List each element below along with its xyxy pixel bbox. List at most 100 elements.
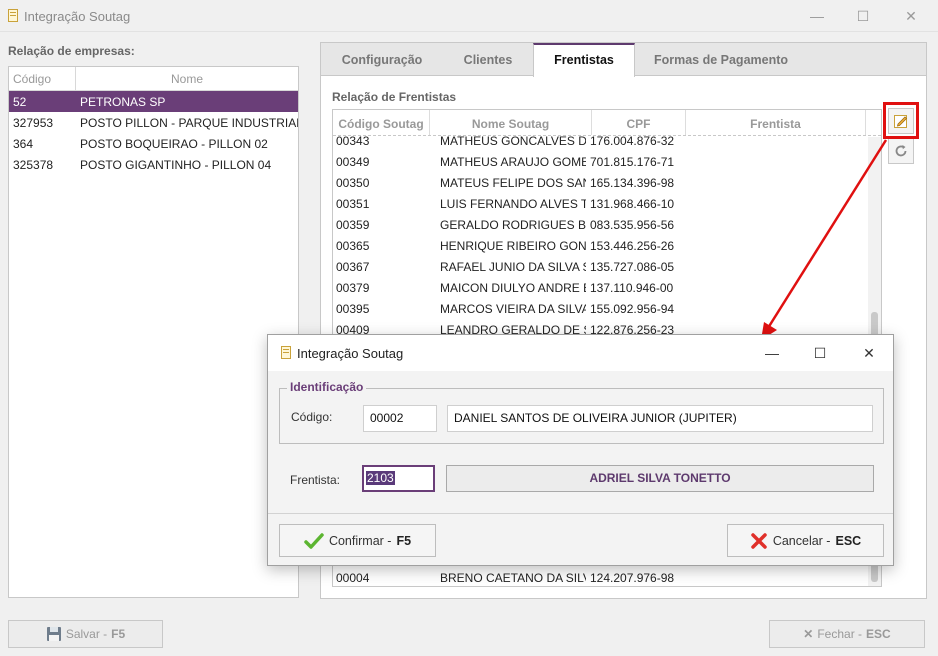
table-row[interactable]: 00359 GERALDO RODRIGUES BAR 083.535.956-56 (333, 214, 866, 235)
table-row[interactable]: 00350 MATEUS FELIPE DOS SANTO 165.134.396-… (333, 172, 866, 193)
list-item[interactable]: 364 POSTO BOQUEIRAO - PILLON 02 (9, 133, 298, 154)
list-item[interactable]: 327953 POSTO PILLON - PARQUE INDUSTRIAL - (9, 112, 298, 133)
empresas-header: Código Nome (9, 67, 298, 91)
frentista-name-display: ADRIEL SILVA TONETTO (446, 465, 874, 492)
cell-cpf: 153.446.256-26 (590, 238, 675, 253)
empresa-codigo: 52 (13, 94, 27, 109)
cell-codigo: 00350 (336, 175, 370, 190)
table-row[interactable]: 00379 MAICON DIULYO ANDRE BI 137.110.946-0… (333, 277, 866, 298)
cell-nome: BRENO CAETANO DA SILVA (440, 570, 586, 585)
maximize-button[interactable]: ☐ (840, 0, 886, 32)
list-item[interactable]: 325378 POSTO GIGANTINHO - PILLON 04 (9, 154, 298, 175)
list-item[interactable]: 52 PETRONAS SP (9, 91, 298, 112)
dialog-minimize-button[interactable]: — (748, 335, 796, 371)
cell-cpf: 083.535.956-56 (590, 217, 675, 232)
empresa-nome: POSTO GIGANTINHO - PILLON 04 (80, 157, 272, 172)
cell-codigo: 00367 (336, 259, 370, 274)
empresa-nome: POSTO PILLON - PARQUE INDUSTRIAL - (80, 115, 298, 130)
empresa-codigo: 364 (13, 136, 34, 151)
cell-nome: MAICON DIULYO ANDRE BI (440, 280, 586, 295)
cell-codigo: 00395 (336, 301, 370, 316)
dialog-close-button[interactable]: ✕ (845, 335, 893, 371)
close-label: Fechar - (817, 627, 863, 641)
nome-field[interactable]: DANIEL SANTOS DE OLIVEIRA JUNIOR (JUPITE… (447, 405, 873, 432)
cell-codigo: 00343 (336, 133, 370, 148)
table-row[interactable]: 00349 MATHEUS ARAUJO GOMES 701.815.176-71 (333, 151, 866, 172)
cell-codigo: 00379 (336, 280, 370, 295)
empresa-codigo: 327953 (13, 115, 54, 130)
tab-configuracao[interactable]: Configuração (321, 43, 443, 76)
table-row[interactable]: 00343 MATHEUS GONCALVES DOS 176.004.876-32 (333, 130, 866, 151)
cancel-label: Cancelar - (772, 533, 831, 548)
cell-codigo: 00365 (336, 238, 370, 253)
codigo-field[interactable]: 00002 (363, 405, 437, 432)
cell-codigo: 00359 (336, 217, 370, 232)
tab-clientes[interactable]: Clientes (443, 43, 533, 76)
app-document-icon (281, 346, 291, 359)
close-icon: ✕ (905, 7, 917, 24)
identificacao-group: Identificação Código: 00002 DANIEL SANTO… (279, 380, 884, 444)
close-key: ESC (866, 627, 891, 641)
app-document-icon (8, 9, 18, 22)
checkmark-icon (304, 532, 324, 549)
close-window-button[interactable]: ✕ (888, 0, 934, 32)
table-row[interactable]: 00367 RAFAEL JUNIO DA SILVA SA 135.727.086… (333, 256, 866, 277)
tab-formas-de-pagamento[interactable]: Formas de Pagamento (635, 43, 807, 76)
refresh-icon (895, 145, 907, 157)
table-row[interactable]: 00365 HENRIQUE RIBEIRO GONCA 153.446.256-2… (333, 235, 866, 256)
table-row[interactable]: 00351 LUIS FERNANDO ALVES TEI 131.968.466-… (333, 193, 866, 214)
refresh-button[interactable] (888, 138, 914, 164)
cell-cpf: 155.092.956-94 (590, 301, 675, 316)
minimize-icon: — (765, 345, 779, 361)
cell-nome: MATEUS FELIPE DOS SANTO (440, 175, 586, 190)
tab-strip: Configuração Clientes Frentistas Formas … (321, 43, 926, 77)
cell-nome: MATHEUS GONCALVES DOS (440, 133, 586, 148)
empresa-codigo: 325378 (13, 157, 54, 172)
cell-nome: LUIS FERNANDO ALVES TEI (440, 196, 586, 211)
close-x-icon: ✕ (803, 627, 814, 641)
cell-cpf: 135.727.086-05 (590, 259, 675, 274)
confirm-key: F5 (396, 533, 412, 548)
save-button[interactable]: Salvar - F5 (8, 620, 163, 648)
close-button[interactable]: ✕ Fechar - ESC (769, 620, 925, 648)
empresa-nome: POSTO BOQUEIRAO - PILLON 02 (80, 136, 268, 151)
cell-nome: RAFAEL JUNIO DA SILVA SA (440, 259, 586, 274)
cell-nome: MARCOS VIEIRA DA SILVA ( (440, 301, 586, 316)
cell-cpf: 701.815.176-71 (590, 154, 675, 169)
cell-cpf: 165.134.396-98 (590, 175, 675, 190)
empresas-label: Relação de empresas: (8, 44, 135, 58)
cell-cpf: 131.968.466-10 (590, 196, 675, 211)
floppy-disk-icon (46, 627, 61, 641)
maximize-icon: ☐ (813, 344, 827, 361)
empresa-nome: PETRONAS SP (80, 94, 166, 109)
frentista-label: Frentista: (290, 473, 341, 487)
confirm-button[interactable]: Confirmar - F5 (279, 524, 436, 557)
cancel-key: ESC (835, 533, 862, 548)
table-row[interactable]: 00004 BRENO CAETANO DA SILVA 124.207.976… (333, 567, 866, 586)
group-title: Identificação (287, 380, 367, 394)
edit-button-highlight (883, 102, 919, 139)
cancel-button[interactable]: Cancelar - ESC (727, 524, 884, 557)
cell-nome: HENRIQUE RIBEIRO GONCA (440, 238, 586, 253)
cell-codigo: 00351 (336, 196, 370, 211)
column-header-codigo[interactable]: Código (9, 67, 76, 90)
tab-frentistas[interactable]: Frentistas (533, 43, 635, 77)
frentista-code-input[interactable]: 2103 (362, 465, 435, 492)
red-x-icon (751, 532, 767, 549)
empresas-list: Código Nome 52 PETRONAS SP 327953 POSTO PIL… (8, 66, 299, 598)
codigo-label: Código: (291, 410, 333, 424)
confirm-label: Confirmar - (328, 533, 392, 548)
minimize-button[interactable]: — (794, 0, 840, 32)
edit-frentista-dialog: Integração Soutag — ☐ ✕ Identificação Có… (267, 334, 894, 566)
frentistas-label: Relação de Frentistas (332, 90, 457, 104)
dialog-maximize-button[interactable]: ☐ (796, 335, 844, 371)
save-key: F5 (111, 627, 126, 641)
table-row[interactable]: 00395 MARCOS VIEIRA DA SILVA ( 155.092.956… (333, 298, 866, 319)
column-header-nome[interactable]: Nome (76, 67, 298, 90)
cell-cpf: 124.207.976-98 (590, 570, 675, 585)
dialog-titlebar: Integração Soutag — ☐ ✕ (268, 335, 893, 371)
minimize-icon: — (810, 8, 824, 24)
main-titlebar: Integração Soutag — ☐ ✕ (0, 0, 938, 32)
close-icon: ✕ (863, 344, 875, 361)
window-title: Integração Soutag (24, 9, 131, 24)
